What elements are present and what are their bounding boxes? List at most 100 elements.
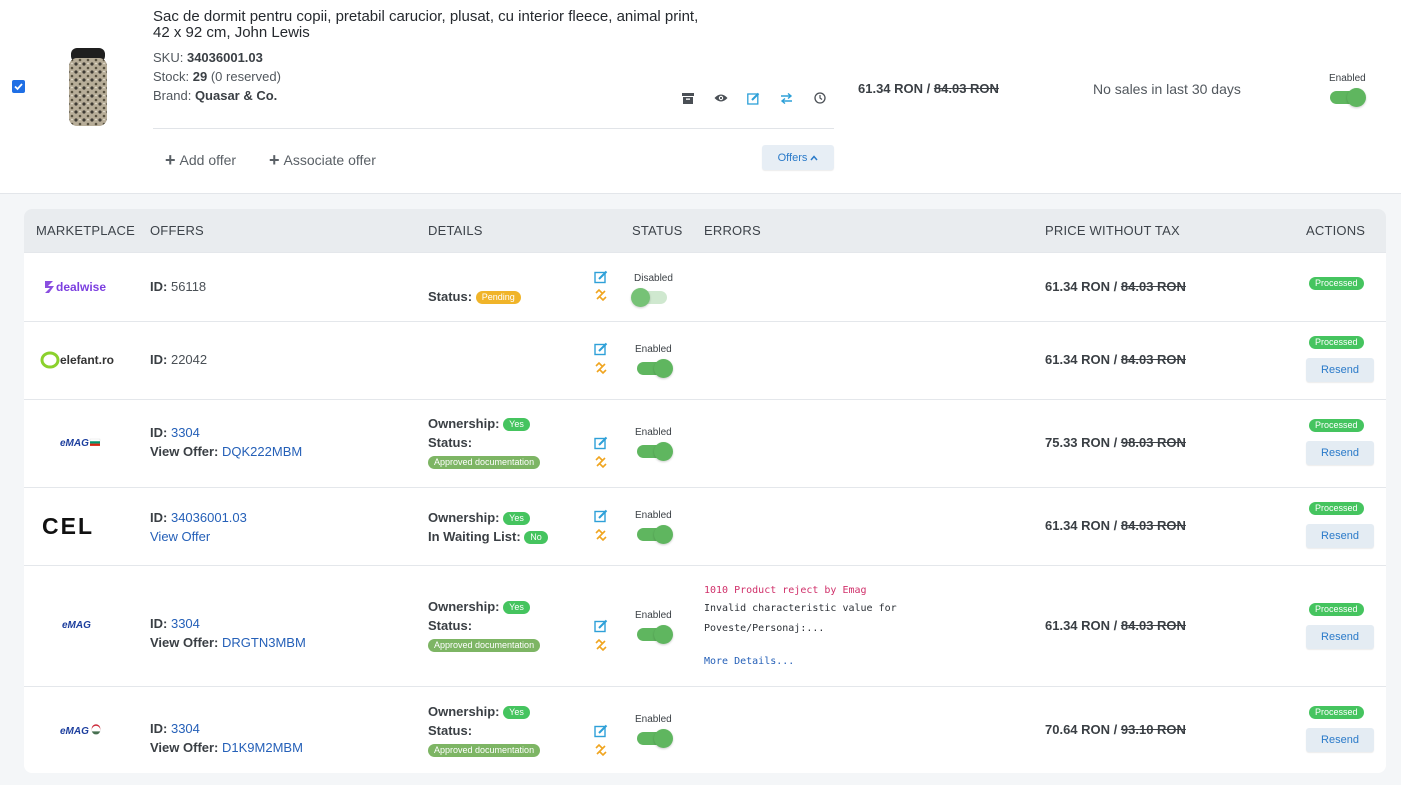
offer-id: ID: 3304 bbox=[150, 616, 200, 631]
stock-label: Stock: bbox=[153, 69, 190, 84]
offers-button-label: Offers bbox=[777, 151, 808, 164]
waiting-list-badge: No bbox=[524, 531, 548, 545]
id-label: ID: bbox=[150, 721, 168, 736]
offers-toggle-button[interactable]: Offers bbox=[762, 145, 834, 170]
view-offer-label: View Offer: bbox=[150, 444, 219, 459]
offer-status-toggle[interactable] bbox=[635, 525, 673, 544]
id-link[interactable]: 34036001.03 bbox=[171, 510, 247, 525]
processed-badge: Processed bbox=[1309, 277, 1364, 290]
elefant-logo-text: elefant.ro bbox=[60, 353, 114, 367]
offer-status-label: Enabled bbox=[635, 610, 672, 621]
offer-status: Status: bbox=[428, 618, 472, 633]
offer-price: 61.34 RON / 84.03 RON bbox=[1045, 518, 1186, 533]
offer-status-toggle[interactable] bbox=[631, 288, 669, 307]
offer-price: 75.33 RON / 98.03 RON bbox=[1045, 435, 1186, 450]
product-thumbnail bbox=[66, 46, 110, 128]
offer-status: Status: bbox=[428, 723, 472, 738]
id-link[interactable]: 3304 bbox=[171, 721, 200, 736]
column-header-price: PRICE WITHOUT TAX bbox=[1045, 223, 1180, 238]
edit-icon[interactable] bbox=[594, 619, 608, 633]
unlink-icon[interactable] bbox=[594, 361, 608, 375]
edit-icon[interactable] bbox=[746, 91, 761, 105]
column-header-marketplace: MARKETPLACE bbox=[36, 223, 136, 238]
product-status-toggle[interactable] bbox=[1328, 88, 1366, 107]
offer-status-label: Enabled bbox=[635, 714, 672, 725]
price-value: 75.33 RON / bbox=[1045, 435, 1118, 450]
product-title[interactable]: Sac de dormit pentru copii, pretabil car… bbox=[153, 9, 753, 41]
plus-icon: + bbox=[165, 150, 176, 170]
edit-icon[interactable] bbox=[594, 270, 608, 284]
more-details-link[interactable]: More Details... bbox=[704, 656, 794, 667]
cel-logo: CEL bbox=[42, 515, 92, 537]
waiting-list-label: In Waiting List: bbox=[428, 529, 521, 544]
offer-status-toggle[interactable] bbox=[635, 625, 673, 644]
unlink-icon[interactable] bbox=[594, 455, 608, 469]
emag-hu-logo: eMAG bbox=[60, 724, 101, 736]
view-offer-label: View Offer: bbox=[150, 740, 219, 755]
id-link[interactable]: 3304 bbox=[171, 616, 200, 631]
unlink-icon[interactable] bbox=[594, 743, 608, 757]
emag-logo-text: eMAG bbox=[60, 726, 89, 736]
unlink-icon[interactable] bbox=[594, 528, 608, 542]
add-offer-button[interactable]: + Add offer bbox=[165, 150, 236, 170]
price-value: 61.34 RON / bbox=[858, 81, 931, 96]
resend-button[interactable]: Resend bbox=[1306, 625, 1374, 649]
ownership-label: Ownership: bbox=[428, 704, 500, 719]
error-message: Invalid characteristic value for bbox=[704, 603, 897, 614]
ownership-label: Ownership: bbox=[428, 510, 500, 525]
status-label: Status: bbox=[428, 723, 473, 738]
id-label: ID: bbox=[150, 352, 168, 367]
id-label: ID: bbox=[150, 425, 168, 440]
view-offer-link[interactable]: DQK222MBM bbox=[222, 444, 302, 459]
eye-icon[interactable] bbox=[713, 91, 728, 105]
resend-button[interactable]: Resend bbox=[1306, 524, 1374, 548]
id-link[interactable]: 3304 bbox=[171, 425, 200, 440]
table-row: CEL ID: 34036001.03 View Offer Ownership… bbox=[24, 487, 1386, 565]
table-row: eMAG ID: 3304 View Offer: DQK222MBM Owne… bbox=[24, 399, 1386, 487]
clock-icon[interactable] bbox=[812, 91, 827, 105]
status-label: Status: bbox=[428, 618, 473, 633]
offer-status-toggle[interactable] bbox=[635, 442, 673, 461]
offer-status-toggle[interactable] bbox=[635, 359, 673, 378]
view-offer: View Offer: D1K9M2MBM bbox=[150, 740, 303, 755]
associate-offer-button[interactable]: + Associate offer bbox=[269, 150, 376, 170]
emag-logo-text: eMAG bbox=[62, 620, 91, 630]
unlink-icon[interactable] bbox=[594, 638, 608, 652]
ownership: Ownership: Yes bbox=[428, 704, 530, 720]
resend-button[interactable]: Resend bbox=[1306, 441, 1374, 465]
processed-badge: Processed bbox=[1309, 706, 1364, 719]
table-row: dealwise ID: 56118 Status: Pending Disab… bbox=[24, 252, 1386, 321]
ownership-label: Ownership: bbox=[428, 599, 500, 614]
ownership-badge: Yes bbox=[503, 418, 530, 432]
edit-icon[interactable] bbox=[594, 436, 608, 450]
checkbox-checked-icon[interactable] bbox=[12, 80, 25, 93]
resend-button[interactable]: Resend bbox=[1306, 728, 1374, 752]
old-price-value: 84.03 RON bbox=[1120, 518, 1186, 533]
ownership-label: Ownership: bbox=[428, 416, 500, 431]
product-price: 61.34 RON / 84.03 RON bbox=[858, 81, 999, 96]
associate-offer-label: Associate offer bbox=[283, 152, 376, 168]
price-value: 61.34 RON / bbox=[1045, 618, 1118, 633]
old-price-value: 93.10 RON bbox=[1120, 722, 1186, 737]
plus-icon: + bbox=[269, 150, 280, 170]
view-offer-link[interactable]: DRGTN3MBM bbox=[222, 635, 306, 650]
archive-icon[interactable] bbox=[680, 91, 695, 105]
id-label: ID: bbox=[150, 510, 168, 525]
column-header-status: STATUS bbox=[632, 223, 683, 238]
ownership-badge: Yes bbox=[503, 512, 530, 526]
edit-icon[interactable] bbox=[594, 509, 608, 523]
product-card: Sac de dormit pentru copii, pretabil car… bbox=[0, 0, 1401, 194]
unlink-icon[interactable] bbox=[594, 288, 608, 302]
transfer-icon[interactable] bbox=[779, 91, 794, 105]
edit-icon[interactable] bbox=[594, 342, 608, 356]
sku-label: SKU: bbox=[153, 50, 184, 65]
stock-value: 29 bbox=[192, 69, 208, 84]
offer-id: ID: 3304 bbox=[150, 425, 200, 440]
column-header-actions: ACTIONS bbox=[1306, 223, 1366, 238]
edit-icon[interactable] bbox=[594, 724, 608, 738]
view-offer-link[interactable]: D1K9M2MBM bbox=[222, 740, 303, 755]
view-offer-link[interactable]: View Offer bbox=[150, 529, 210, 544]
resend-button[interactable]: Resend bbox=[1306, 358, 1374, 382]
offer-status-toggle[interactable] bbox=[635, 729, 673, 748]
table-row: eMAG ID: 3304 View Offer: D1K9M2MBM Owne… bbox=[24, 686, 1386, 773]
